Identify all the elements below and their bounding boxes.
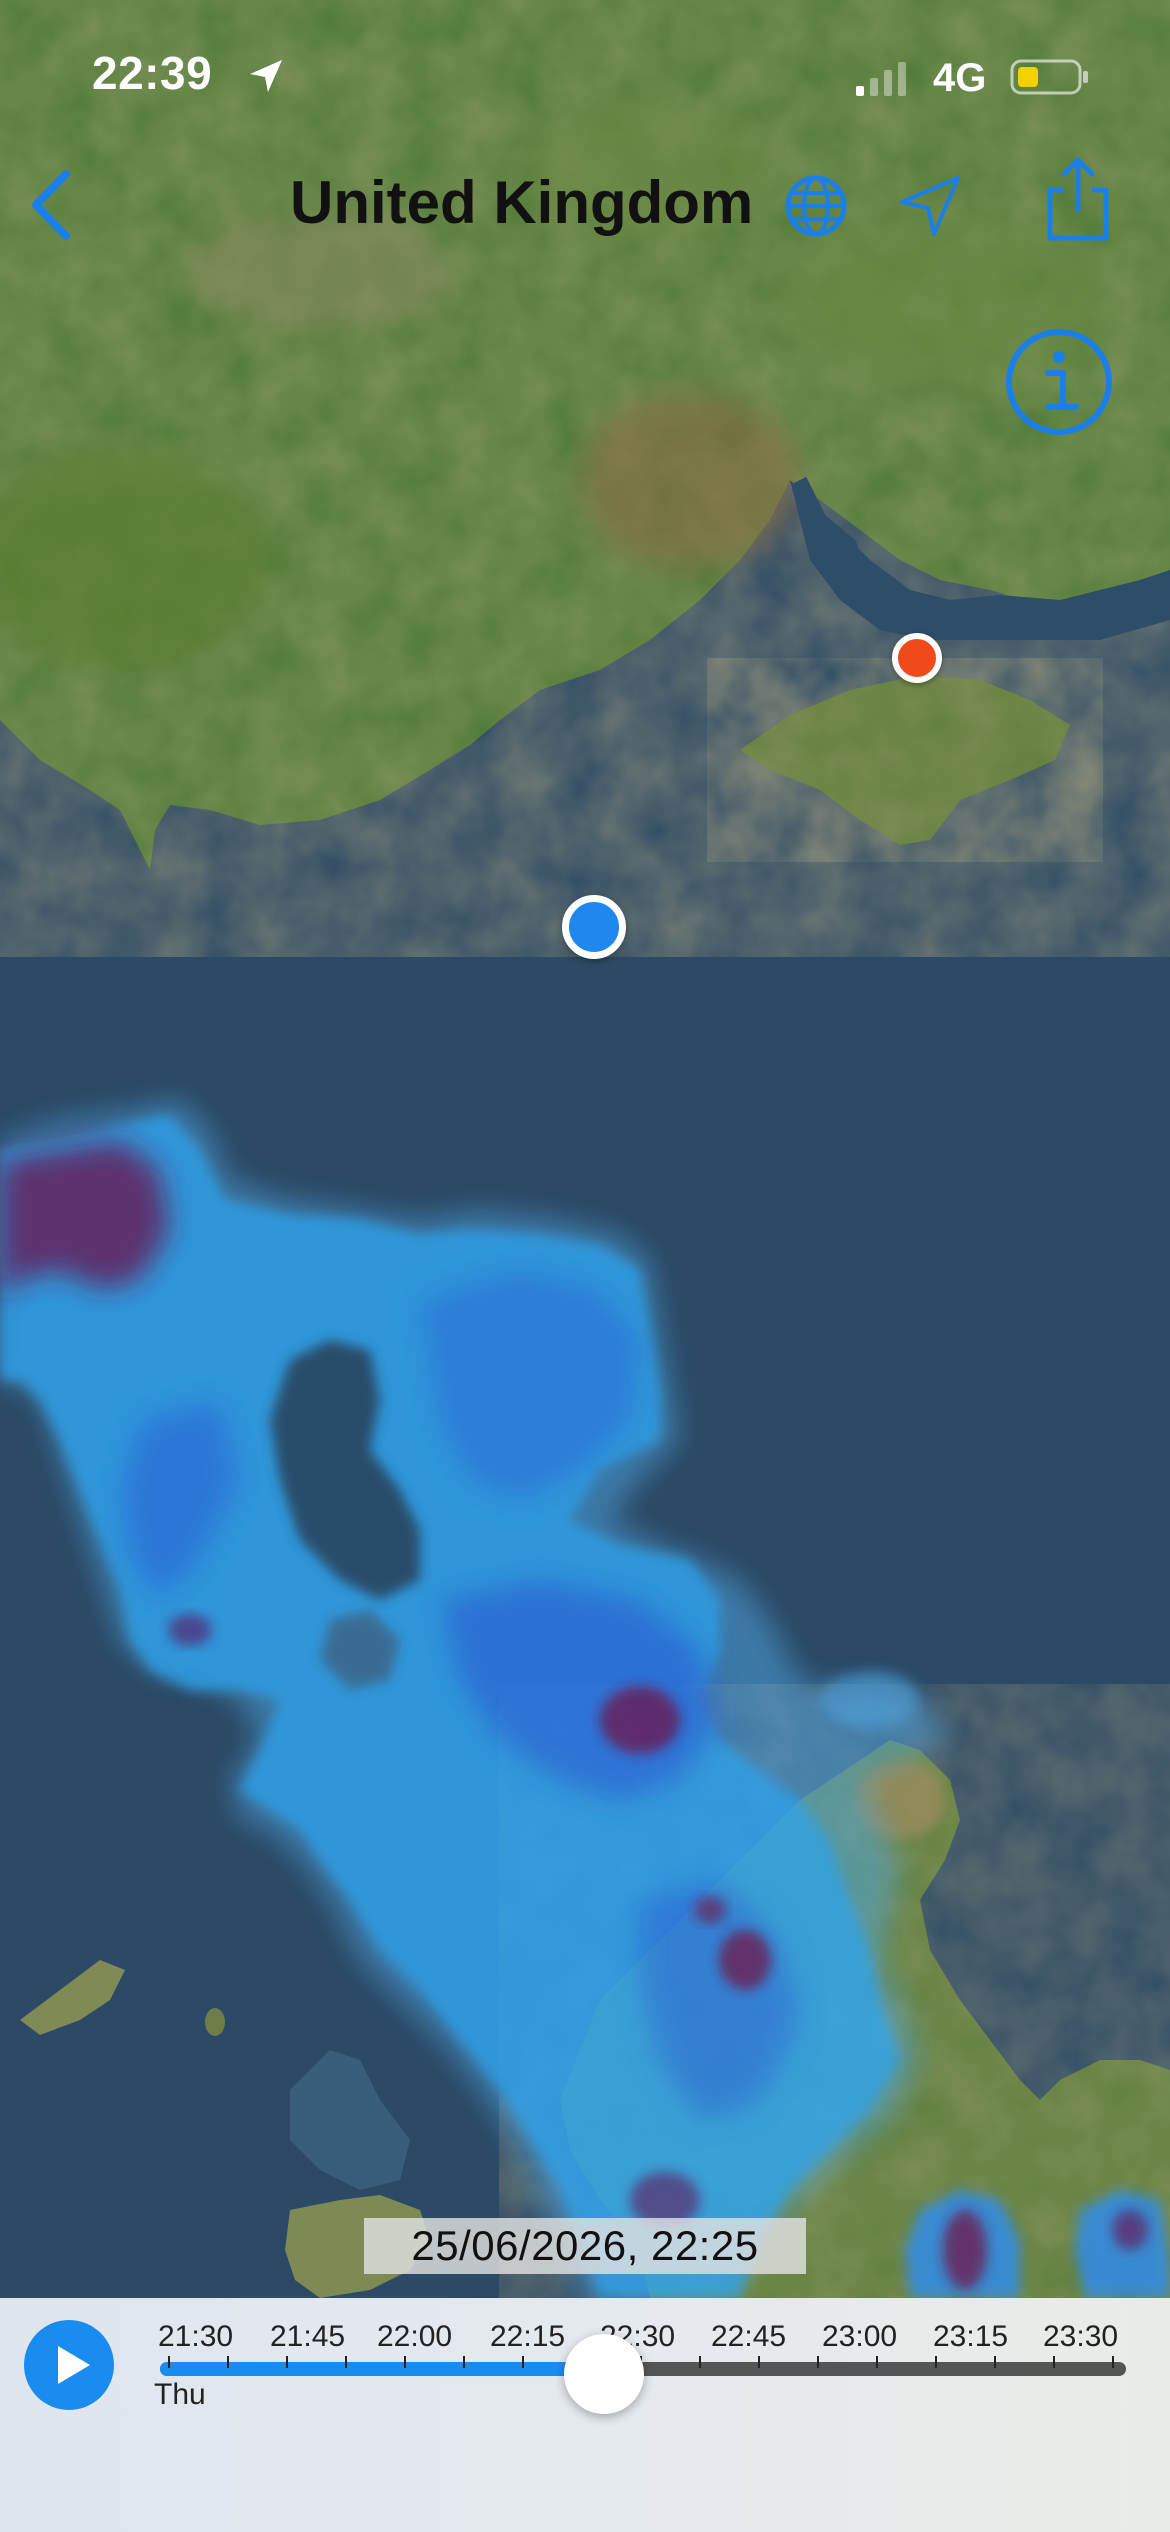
timeline-tick <box>817 2356 819 2368</box>
time-label: 23:30 <box>1043 2320 1119 2353</box>
chevron-left-icon[interactable] <box>22 160 82 250</box>
network-type: 4G <box>933 56 987 100</box>
day-label: Thu <box>154 2378 206 2411</box>
location-arrow-icon <box>250 60 282 92</box>
time-label: 21:30 <box>158 2320 234 2353</box>
map-canvas <box>0 0 1170 2298</box>
timeline-tick <box>1112 2356 1114 2368</box>
timeline-tick <box>876 2356 878 2368</box>
time-label: 21:45 <box>270 2320 346 2353</box>
location-arrow-outline-icon[interactable] <box>890 166 970 246</box>
timeline-tick <box>227 2356 229 2368</box>
cellular-signal-icon <box>856 62 906 96</box>
radar-map[interactable]: 25/06/2026, 22:25 <box>0 0 1170 2298</box>
battery-low-icon <box>1010 59 1088 95</box>
time-label: 22:00 <box>377 2320 453 2353</box>
timeline-tick <box>345 2356 347 2368</box>
status-time: 22:39 <box>92 47 213 99</box>
play-button[interactable] <box>24 2320 114 2410</box>
timeline-tick <box>404 2356 406 2368</box>
time-label: 23:15 <box>933 2320 1009 2353</box>
timeline-tick <box>699 2356 701 2368</box>
timeline-tick <box>935 2356 937 2368</box>
timeline-tick <box>1053 2356 1055 2368</box>
weather-radar-app: 25/06/2026, 22:25 22:39 4G United Kingdo… <box>0 0 1170 2532</box>
location-pin-marker[interactable] <box>892 633 942 683</box>
time-label: 22:45 <box>711 2320 787 2353</box>
timeline-slider-thumb[interactable] <box>564 2334 644 2414</box>
timeline-tick <box>286 2356 288 2368</box>
timeline-tick <box>463 2356 465 2368</box>
timeline-tick <box>758 2356 760 2368</box>
timeline-tick <box>168 2356 170 2368</box>
time-label: 23:00 <box>822 2320 898 2353</box>
timeline-tick <box>994 2356 996 2368</box>
timeline-panel: 21:30 21:45 22:00 22:15 22:30 22:45 23:0… <box>0 2298 1170 2532</box>
status-bar: 22:39 4G <box>0 0 1170 150</box>
page-title: United Kingdom <box>290 169 754 236</box>
timestamp-label: 25/06/2026, 22:25 <box>364 2218 806 2274</box>
share-icon[interactable] <box>1036 152 1120 246</box>
user-location-marker[interactable] <box>562 895 626 959</box>
info-circle-icon[interactable] <box>1004 327 1114 437</box>
globe-icon[interactable] <box>776 166 856 246</box>
timeline-tick <box>522 2356 524 2368</box>
time-label: 22:15 <box>490 2320 566 2353</box>
play-icon <box>58 2346 90 2384</box>
